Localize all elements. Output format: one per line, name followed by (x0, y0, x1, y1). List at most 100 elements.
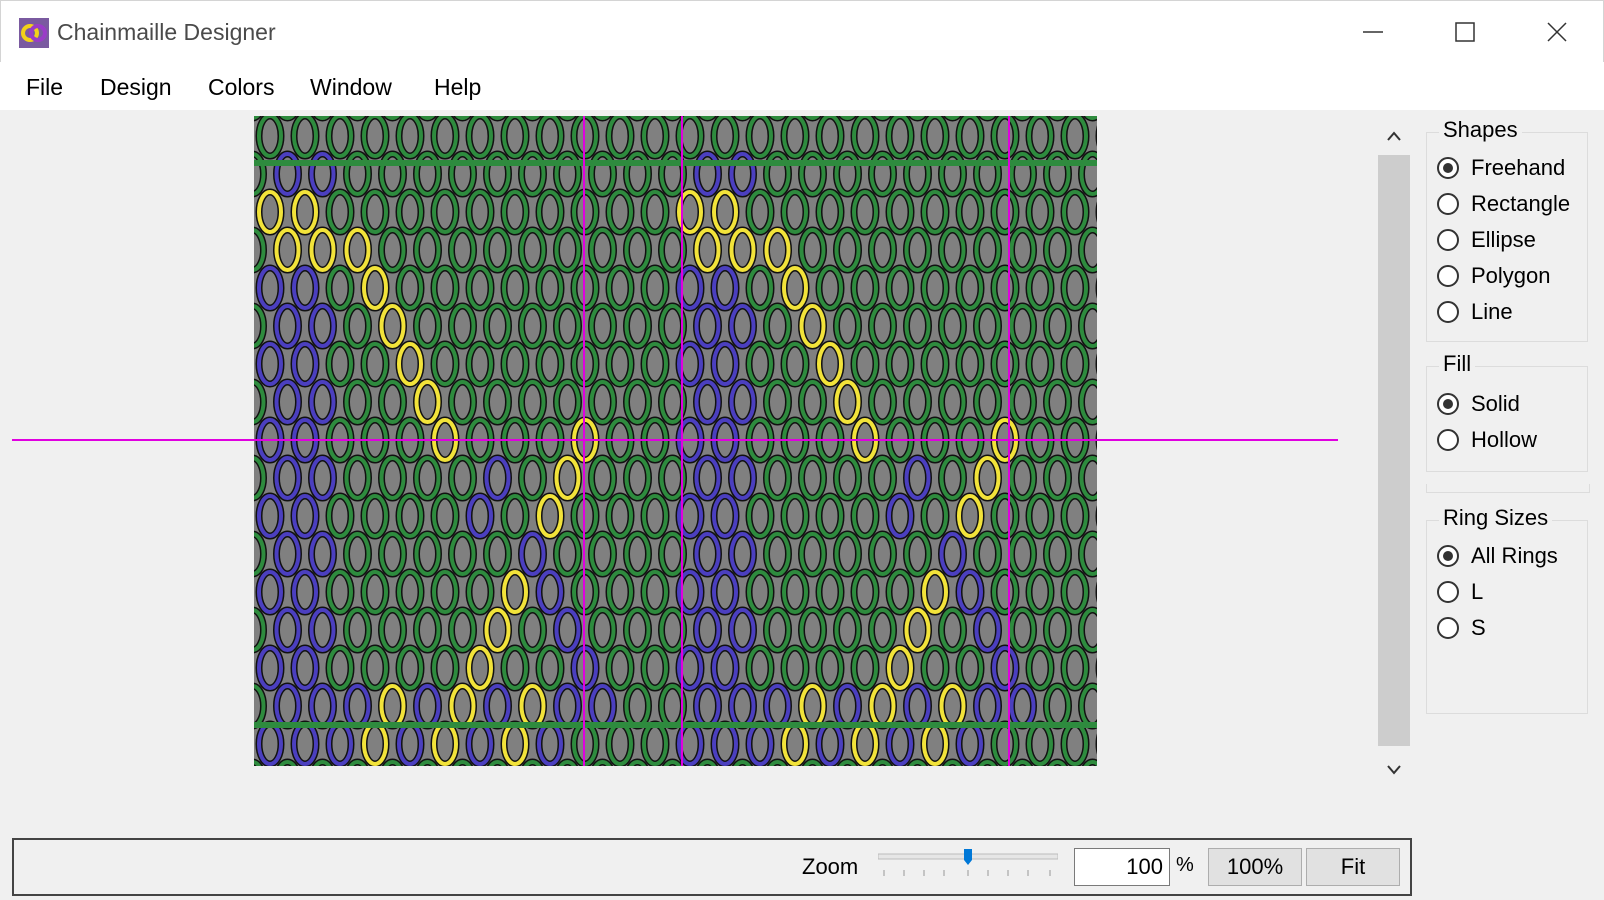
ring-outline (889, 800, 911, 810)
window-title: Chainmaille Designer (57, 19, 276, 45)
shapes-title: Shapes (1439, 117, 1522, 143)
ring (1083, 760, 1097, 766)
ring-outline (451, 758, 474, 766)
ring-outline (259, 800, 281, 810)
ring (329, 800, 351, 810)
ring-outline (224, 648, 246, 688)
ring (854, 800, 876, 810)
minimize-button[interactable] (1327, 1, 1419, 63)
zoom-fit-button[interactable]: Fit (1306, 848, 1400, 886)
ring (399, 800, 421, 810)
menu-colors[interactable]: Colors (204, 70, 278, 105)
fill-group: Fill Solid Hollow (1426, 351, 1588, 472)
ring-outline (609, 800, 631, 810)
ring (1117, 306, 1139, 346)
ring-outline (224, 192, 246, 232)
ring (679, 800, 701, 810)
ring-outline (1029, 800, 1051, 810)
ring (943, 760, 962, 766)
ring-outline (224, 496, 246, 536)
shape-rectangle-radio[interactable]: Rectangle (1437, 189, 1570, 219)
fill-solid-radio[interactable]: Solid (1437, 389, 1520, 419)
app-logo-icon (19, 18, 49, 48)
scroll-up-button[interactable] (1376, 118, 1412, 154)
all-rings-label: All Rings (1471, 543, 1558, 568)
ring (224, 192, 246, 232)
ring (1099, 268, 1121, 308)
close-button[interactable] (1511, 1, 1603, 63)
ring-outline (1095, 505, 1097, 527)
rectangle-label: Rectangle (1471, 191, 1571, 216)
ring (924, 800, 946, 810)
ring (609, 800, 631, 810)
menu-bar: File Design Colors Window Help (0, 62, 1604, 110)
ring-outline (1117, 306, 1139, 346)
ring-outline (976, 758, 999, 766)
ring (224, 496, 246, 536)
title-bar: Chainmaille Designer (0, 0, 1604, 63)
ring-outline (836, 758, 859, 766)
ring-outline (1117, 686, 1139, 726)
ring (558, 760, 577, 766)
fill-hollow-radio[interactable]: Hollow (1437, 425, 1537, 455)
ring (294, 800, 316, 810)
ring (523, 760, 542, 766)
maximize-icon (1455, 22, 1475, 42)
ring-outline (696, 758, 719, 766)
ring-outline (959, 800, 981, 810)
ring (278, 760, 297, 766)
menu-design[interactable]: Design (96, 70, 176, 105)
fill-title: Fill (1439, 351, 1476, 377)
ring-outline (1117, 154, 1139, 194)
ring-outline (1099, 800, 1121, 810)
ring (254, 760, 262, 766)
ring-all-radio[interactable]: All Rings (1437, 541, 1558, 571)
shape-ellipse-radio[interactable]: Ellipse (1437, 225, 1536, 255)
ring-outline (626, 758, 649, 766)
chainmaille-canvas[interactable] (12, 110, 1372, 810)
zoom-percent-label: % (1176, 854, 1194, 876)
maximize-button[interactable] (1419, 1, 1511, 63)
ring-outline (1117, 382, 1139, 422)
ring (1117, 230, 1139, 270)
zoom-input[interactable] (1074, 848, 1170, 886)
ring (1117, 110, 1139, 118)
scroll-down-button[interactable] (1376, 752, 1412, 788)
ring-outline (224, 724, 246, 764)
ring-sizes-group: Ring Sizes All Rings L S (1426, 505, 1588, 714)
zoom-100-button[interactable]: 100% (1208, 848, 1302, 886)
shape-polygon-radio[interactable]: Polygon (1437, 261, 1551, 291)
zoom-slider[interactable] (878, 848, 1058, 884)
ring (434, 800, 456, 810)
ring (1099, 800, 1121, 810)
design-canvas-area[interactable] (12, 110, 1372, 810)
shape-line-radio[interactable]: Line (1437, 297, 1513, 327)
shape-freehand-radio[interactable]: Freehand (1437, 153, 1565, 183)
ring-outline (714, 800, 736, 810)
ring-s-radio[interactable]: S (1437, 613, 1486, 643)
scrollbar-thumb[interactable] (1378, 155, 1410, 746)
ring (224, 268, 246, 308)
ring (873, 760, 892, 766)
menu-file[interactable]: File (22, 70, 67, 105)
menu-window[interactable]: Window (306, 70, 396, 105)
ring (714, 800, 736, 810)
ring (1117, 534, 1139, 574)
ring-outline (1117, 762, 1139, 802)
ring (1013, 760, 1032, 766)
ring-sizes-title: Ring Sizes (1439, 505, 1553, 531)
ring-outline (294, 800, 316, 810)
ring (663, 760, 682, 766)
ring (1048, 760, 1067, 766)
ring-outline (556, 758, 579, 766)
ring (644, 800, 666, 810)
menu-help[interactable]: Help (430, 70, 485, 105)
ring (1117, 762, 1139, 802)
radio-unchecked-icon (1437, 617, 1459, 639)
ring-l-radio[interactable]: L (1437, 577, 1483, 607)
ring-outline (906, 758, 929, 766)
ring-outline (1095, 125, 1097, 147)
ring (978, 760, 997, 766)
ring-outline (591, 758, 614, 766)
vertical-scrollbar[interactable] (1376, 118, 1412, 788)
